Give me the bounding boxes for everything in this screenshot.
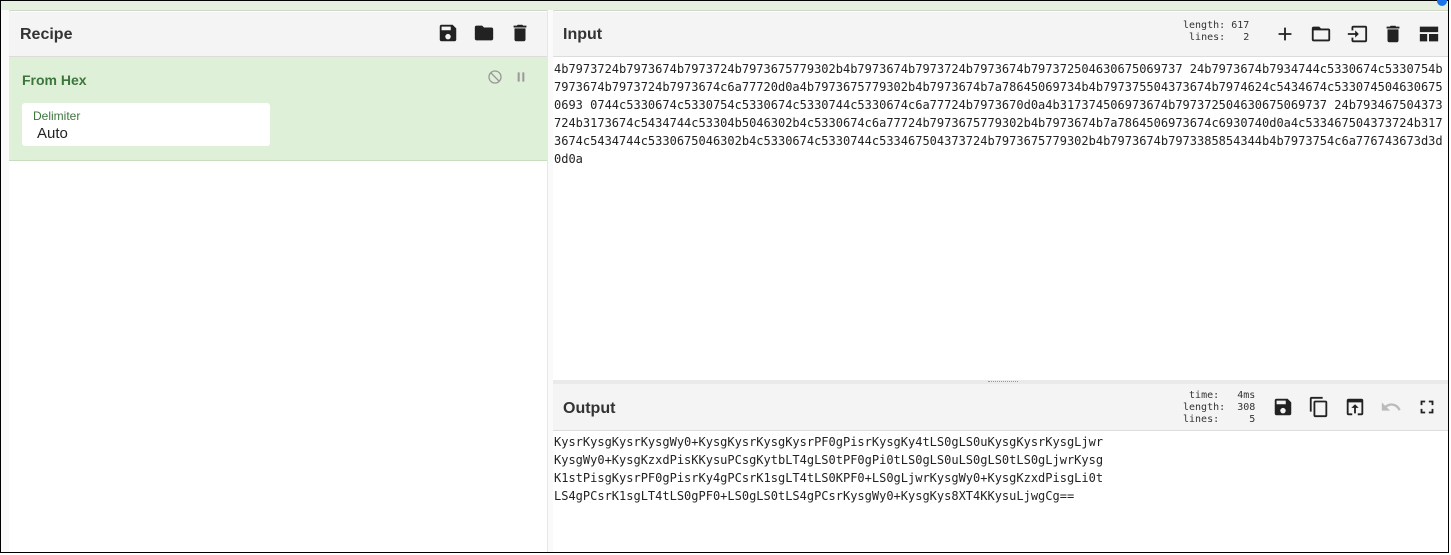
recipe-header: Recipe: [9, 12, 547, 57]
recipe-title: Recipe: [20, 26, 73, 43]
input-textarea[interactable]: 4b7973724b7973674b7973724b7973675779302b…: [554, 60, 1447, 168]
output-pane: Output time: 4ms length: 308 lines: 5 Ky…: [553, 384, 1448, 552]
output-lines-value: 5: [1249, 414, 1256, 425]
clear-input-icon[interactable]: [1382, 23, 1404, 45]
output-lines-label: lines:: [1183, 414, 1220, 425]
input-length-label: length:: [1183, 20, 1226, 31]
delimiter-field[interactable]: Delimiter Auto: [22, 103, 270, 146]
output-title: Output: [563, 400, 616, 417]
trash-icon[interactable]: [509, 22, 531, 44]
disable-icon[interactable]: [487, 69, 503, 90]
open-file-icon[interactable]: [1346, 23, 1368, 45]
pause-icon[interactable]: [513, 69, 529, 90]
input-header: Input length: 617 lines: 2: [553, 12, 1448, 57]
output-header: Output time: 4ms length: 308 lines: 5: [553, 384, 1448, 431]
top-banner: [1, 0, 1448, 11]
output-time-label: time:: [1189, 390, 1220, 401]
output-length-value: 308: [1237, 402, 1256, 413]
operation-from-hex[interactable]: From Hex Delimiter Auto: [9, 57, 547, 161]
undo-icon[interactable]: [1380, 396, 1402, 418]
input-lines-value: 2: [1243, 32, 1250, 43]
output-time-value: 4ms: [1237, 390, 1256, 401]
open-folder-icon[interactable]: [1310, 23, 1332, 45]
input-length-value: 617: [1231, 20, 1250, 31]
folder-icon[interactable]: [473, 22, 495, 44]
layout-icon[interactable]: [1418, 23, 1440, 45]
save-icon[interactable]: [437, 22, 459, 44]
delimiter-value[interactable]: Auto: [37, 125, 68, 142]
input-stats: length: 617 lines: 2: [1183, 20, 1249, 44]
input-lines-label: lines:: [1189, 32, 1226, 43]
input-pane: Input length: 617 lines: 2 4b7973724b797…: [553, 12, 1448, 380]
maximize-icon[interactable]: [1416, 396, 1438, 418]
delimiter-label: Delimiter: [33, 109, 81, 123]
replace-input-icon[interactable]: [1344, 396, 1366, 418]
save-output-icon[interactable]: [1272, 396, 1294, 418]
add-tab-icon[interactable]: [1274, 23, 1296, 45]
output-text[interactable]: KysrKysgKysrKysgWy0+KysgKysrKysgKysrPF0g…: [554, 433, 1447, 505]
operation-title: From Hex: [22, 72, 87, 88]
copy-icon[interactable]: [1308, 396, 1330, 418]
recipe-pane: Recipe From Hex Delimiter Auto: [9, 12, 548, 552]
output-stats: time: 4ms length: 308 lines: 5: [1183, 390, 1255, 426]
output-length-label: length:: [1183, 402, 1226, 413]
info-icon[interactable]: [1437, 0, 1447, 6]
input-title: Input: [563, 26, 603, 43]
